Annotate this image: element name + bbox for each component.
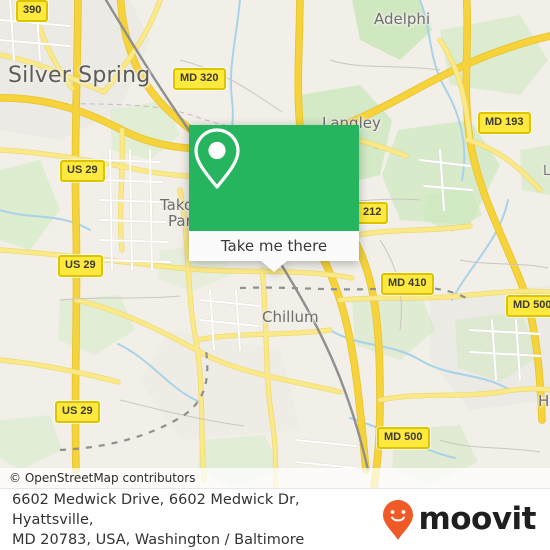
highway-shield-md-500-east: MD 500: [506, 295, 550, 317]
location-popup[interactable]: Take me there: [189, 125, 359, 272]
highway-shield-us-29-north: US 29: [60, 160, 105, 182]
map-label-silver-spring: Silver Spring: [8, 63, 151, 88]
map-screen: .water{fill:none;stroke:#a9d2e8;stroke-w…: [0, 0, 550, 550]
map-attribution: © OpenStreetMap contributors: [0, 468, 550, 488]
take-me-there-button[interactable]: Take me there: [189, 231, 359, 261]
highway-shield-212: 212: [356, 202, 389, 224]
moovit-logo[interactable]: moovit: [382, 499, 536, 541]
map-label-adelphi: Adelphi: [374, 10, 431, 28]
highway-shield-md-500-south: MD 500: [377, 427, 430, 449]
map-label-l: L: [543, 164, 550, 179]
highway-shield-390: 390: [16, 0, 49, 22]
popup-image-area: [189, 125, 359, 231]
moovit-pin-icon: [383, 499, 414, 540]
map-label-h: H: [538, 392, 550, 410]
footer-bar: 6602 Medwick Drive, 6602 Medwick Dr, Hya…: [0, 488, 550, 550]
address-block: 6602 Medwick Drive, 6602 Medwick Dr, Hya…: [12, 490, 382, 550]
map-pin-icon: [194, 128, 240, 189]
highway-shield-md-320: MD 320: [173, 68, 226, 90]
address-line-1: 6602 Medwick Drive, 6602 Medwick Dr, Hya…: [12, 491, 300, 528]
attribution-text[interactable]: © OpenStreetMap contributors: [0, 471, 195, 485]
map-label-chillum: Chillum: [262, 308, 319, 326]
moovit-wordmark: moovit: [418, 501, 536, 537]
popup-pointer-tail: [261, 261, 287, 272]
highway-shield-us-29-mid: US 29: [58, 255, 103, 277]
highway-shield-us-29-south: US 29: [55, 401, 100, 423]
map-canvas[interactable]: .water{fill:none;stroke:#a9d2e8;stroke-w…: [0, 0, 550, 488]
highway-shield-md-193: MD 193: [478, 112, 531, 134]
take-me-there-label: Take me there: [220, 237, 328, 255]
address-line-2: MD 20783, USA, Washington / Baltimore: [12, 531, 305, 548]
highway-shield-md-410: MD 410: [381, 273, 434, 295]
